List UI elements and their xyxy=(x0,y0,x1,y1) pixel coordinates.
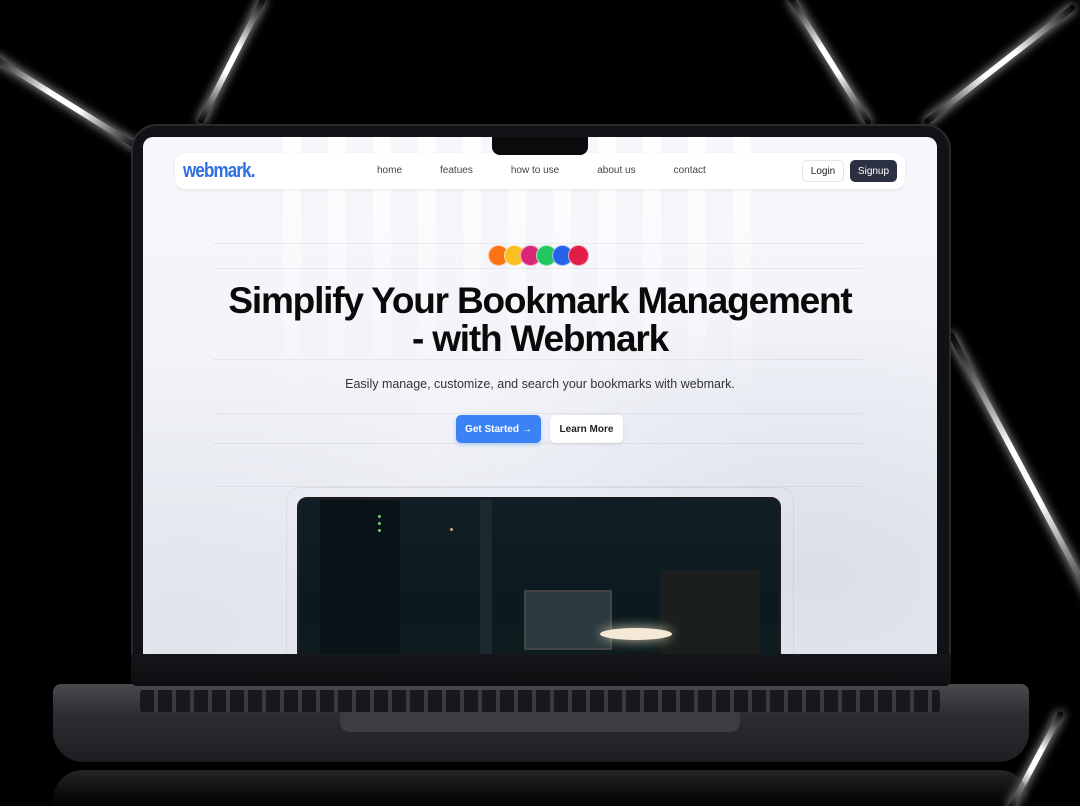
light-streak xyxy=(787,0,873,126)
preview-shelf xyxy=(320,500,400,654)
divider xyxy=(213,268,863,269)
preview-desk-area xyxy=(660,570,760,654)
color-dot xyxy=(568,245,589,266)
light-streak xyxy=(923,3,1077,126)
nav-link-home[interactable]: home xyxy=(377,165,402,176)
nav-link-contact[interactable]: contact xyxy=(674,165,706,176)
learn-more-button[interactable]: Learn More xyxy=(550,415,623,443)
preview-led xyxy=(378,515,381,518)
preview-led xyxy=(378,522,381,525)
preview-post xyxy=(480,500,492,654)
laptop-screen: webmark. home featues how to use about u… xyxy=(143,137,937,654)
laptop-hinge xyxy=(131,654,951,686)
laptop-trackpad xyxy=(340,712,740,732)
get-started-button[interactable]: Get Started → xyxy=(456,415,541,443)
divider xyxy=(213,243,863,244)
divider xyxy=(213,443,863,444)
laptop-reflection xyxy=(53,770,1029,806)
divider xyxy=(213,359,863,360)
hero-subtitle: Easily manage, customize, and search you… xyxy=(345,377,735,391)
title-line-2: - with Webmark xyxy=(412,318,669,359)
preview-led xyxy=(450,528,453,531)
hero-preview-image xyxy=(297,497,781,654)
divider xyxy=(213,413,863,414)
laptop-keyboard xyxy=(140,690,940,712)
logo[interactable]: webmark. xyxy=(183,160,255,183)
login-button[interactable]: Login xyxy=(802,160,844,182)
preview-monitor xyxy=(524,590,612,650)
light-streak xyxy=(0,52,140,151)
camera-notch xyxy=(492,137,588,155)
signup-button[interactable]: Signup xyxy=(850,160,897,182)
light-streak xyxy=(197,0,267,125)
title-line-1: Simplify Your Bookmark Management xyxy=(228,280,852,321)
get-started-label: Get Started xyxy=(465,423,519,435)
preview-led xyxy=(378,529,381,532)
nav-link-features[interactable]: featues xyxy=(440,165,473,176)
nav-link-about-us[interactable]: about us xyxy=(597,165,635,176)
navbar: webmark. home featues how to use about u… xyxy=(175,153,905,189)
light-streak xyxy=(947,331,1080,617)
color-dots xyxy=(488,245,589,267)
nav-link-how-to-use[interactable]: how to use xyxy=(511,165,559,176)
nav-links: home featues how to use about us contact xyxy=(377,165,744,176)
preview-lamp xyxy=(600,628,672,640)
page-title: Simplify Your Bookmark Management - with… xyxy=(143,282,937,358)
arrow-right-icon: → xyxy=(521,423,532,435)
